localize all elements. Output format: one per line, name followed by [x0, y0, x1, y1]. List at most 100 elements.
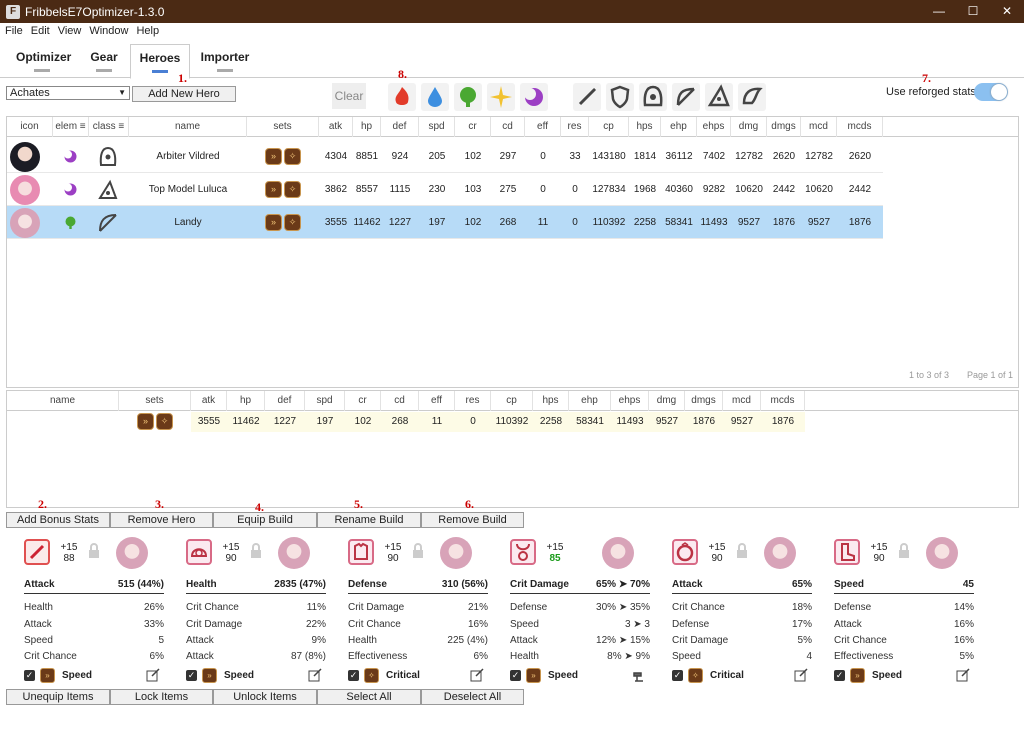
dark-element-filter[interactable]: [520, 83, 548, 111]
lock-icon[interactable]: [736, 543, 748, 559]
add-bonus-stats-button[interactable]: Add Bonus Stats: [6, 512, 110, 528]
close-button[interactable]: ✕: [990, 0, 1024, 23]
col-ehp[interactable]: ehp: [569, 391, 611, 411]
col-hps[interactable]: hps: [533, 391, 569, 411]
clear-filter-button[interactable]: Clear: [332, 83, 366, 109]
col-class[interactable]: class ≡: [89, 117, 129, 137]
col-def[interactable]: def: [265, 391, 305, 411]
col-ehp[interactable]: ehp: [661, 117, 697, 137]
item-card-boots[interactable]: +15 90 Speed 45 Defense 14% Attack 16% Crit …: [820, 535, 980, 690]
ranger-class-filter[interactable]: [672, 83, 700, 111]
col-spd[interactable]: spd: [419, 117, 455, 137]
col-name[interactable]: name: [129, 117, 247, 137]
menu-file[interactable]: File: [5, 25, 23, 37]
col-elem[interactable]: elem ≡: [53, 117, 89, 137]
lock-icon[interactable]: [250, 543, 262, 559]
col-cp[interactable]: cp: [589, 117, 629, 137]
col-def[interactable]: def: [381, 117, 419, 137]
knight-class-filter[interactable]: [573, 83, 601, 111]
reforged-stats-toggle[interactable]: [974, 83, 1008, 101]
col-eff[interactable]: eff: [525, 117, 561, 137]
item-card-ring[interactable]: +15 90 Attack 65% Crit Chance 18% Defense 17…: [658, 535, 818, 690]
warrior-class-filter[interactable]: [606, 83, 634, 111]
col-sets[interactable]: sets: [119, 391, 191, 411]
deselect-all-button[interactable]: Deselect All: [421, 689, 524, 705]
col-hp[interactable]: hp: [353, 117, 381, 137]
thief-class-filter[interactable]: [639, 83, 667, 111]
col-ehps[interactable]: ehps: [697, 117, 731, 137]
item-card-helmet[interactable]: +15 90 Health 2835 (47%) Crit Chance 11% Cr…: [172, 535, 332, 690]
col-atk[interactable]: atk: [191, 391, 227, 411]
select-all-button[interactable]: Select All: [317, 689, 421, 705]
hero-row[interactable]: Top Model Luluca » ✧ 3862 8557 1115 230 1…: [7, 173, 883, 206]
reforge-hammer-icon[interactable]: [632, 668, 646, 682]
col-hp[interactable]: hp: [227, 391, 265, 411]
build-row[interactable]: » ✧ 3555 11462 1227 197 102 268 11 0 1103…: [7, 412, 805, 432]
unequip-items-button[interactable]: Unequip Items: [6, 689, 110, 705]
earth-element-filter[interactable]: [454, 83, 482, 111]
unlock-items-button[interactable]: Unlock Items: [213, 689, 317, 705]
rename-build-button[interactable]: Rename Build: [317, 512, 421, 528]
col-ehps[interactable]: ehps: [611, 391, 649, 411]
edit-icon[interactable]: [794, 668, 808, 682]
col-hps[interactable]: hps: [629, 117, 661, 137]
col-cr[interactable]: cr: [455, 117, 491, 137]
hero-row-selected[interactable]: Landy » ✧ 3555 11462 1227 197 102 268 11 …: [7, 206, 883, 239]
col-icon[interactable]: icon: [7, 117, 53, 137]
lock-icon[interactable]: [88, 543, 100, 559]
col-dmgs[interactable]: dmgs: [685, 391, 723, 411]
col-spd[interactable]: spd: [305, 391, 345, 411]
mage-class-filter[interactable]: [705, 83, 733, 111]
select-checkbox[interactable]: ✓: [24, 670, 35, 681]
select-checkbox[interactable]: ✓: [672, 670, 683, 681]
select-checkbox[interactable]: ✓: [510, 670, 521, 681]
equip-build-button[interactable]: Equip Build: [213, 512, 317, 528]
tab-optimizer[interactable]: Optimizer: [16, 44, 71, 78]
col-sets[interactable]: sets: [247, 117, 319, 137]
maximize-button[interactable]: ☐: [956, 0, 990, 23]
menu-window[interactable]: Window: [89, 25, 128, 37]
col-dmg[interactable]: dmg: [731, 117, 767, 137]
tab-gear[interactable]: Gear: [88, 44, 120, 78]
light-element-filter[interactable]: [487, 83, 515, 111]
col-atk[interactable]: atk: [319, 117, 353, 137]
ice-element-filter[interactable]: [421, 83, 449, 111]
col-res[interactable]: res: [561, 117, 589, 137]
lock-items-button[interactable]: Lock Items: [110, 689, 213, 705]
hero-row[interactable]: Arbiter Vildred » ✧ 4304 8851 924 205 102…: [7, 140, 883, 173]
menu-view[interactable]: View: [58, 25, 82, 37]
fire-element-filter[interactable]: [388, 83, 416, 111]
item-card-weapon[interactable]: +15 88 Attack 515 (44%) Health 26% Attack 33…: [10, 535, 170, 690]
item-card-necklace[interactable]: +15 85 Crit Damage 65% ➤ 70% Defense 30% ➤ …: [496, 535, 656, 690]
col-mcds[interactable]: mcds: [761, 391, 805, 411]
soul-weaver-class-filter[interactable]: [738, 83, 766, 111]
edit-icon[interactable]: [956, 668, 970, 682]
menu-help[interactable]: Help: [136, 25, 159, 37]
add-new-hero-button[interactable]: Add New Hero: [132, 86, 236, 102]
edit-icon[interactable]: [470, 668, 484, 682]
minimize-button[interactable]: —: [922, 0, 956, 23]
col-mcd[interactable]: mcd: [723, 391, 761, 411]
col-dmgs[interactable]: dmgs: [767, 117, 801, 137]
remove-hero-button[interactable]: Remove Hero: [110, 512, 213, 528]
lock-icon[interactable]: [898, 543, 910, 559]
col-eff[interactable]: eff: [419, 391, 455, 411]
col-cd[interactable]: cd: [381, 391, 419, 411]
tab-importer[interactable]: Importer: [200, 44, 250, 78]
select-checkbox[interactable]: ✓: [348, 670, 359, 681]
col-cp[interactable]: cp: [491, 391, 533, 411]
remove-build-button[interactable]: Remove Build: [421, 512, 524, 528]
edit-icon[interactable]: [146, 668, 160, 682]
lock-icon[interactable]: [412, 543, 424, 559]
col-name[interactable]: name: [7, 391, 119, 411]
item-card-armor[interactable]: +15 90 Defense 310 (56%) Crit Damage 21% Cr…: [334, 535, 494, 690]
col-cr[interactable]: cr: [345, 391, 381, 411]
col-mcds[interactable]: mcds: [837, 117, 883, 137]
col-res[interactable]: res: [455, 391, 491, 411]
col-dmg[interactable]: dmg: [649, 391, 685, 411]
select-checkbox[interactable]: ✓: [186, 670, 197, 681]
edit-icon[interactable]: [308, 668, 322, 682]
col-mcd[interactable]: mcd: [801, 117, 837, 137]
select-checkbox[interactable]: ✓: [834, 670, 845, 681]
col-cd[interactable]: cd: [491, 117, 525, 137]
